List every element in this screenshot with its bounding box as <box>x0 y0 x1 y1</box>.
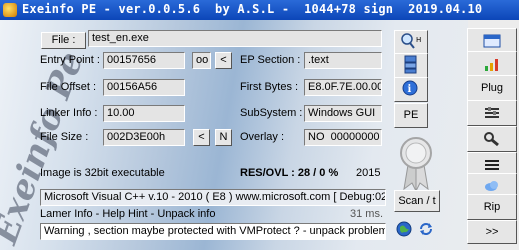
scan-time-text: 31 ms. <box>350 208 384 220</box>
first-bytes-field[interactable]: E8.0F.7E.00.00 <box>304 79 382 96</box>
warning-field[interactable]: Warning , section maybe protected with V… <box>40 223 386 240</box>
bar-graph-icon <box>485 59 498 71</box>
file-size-label: File Size : <box>40 131 89 143</box>
search-button[interactable]: H <box>394 30 428 55</box>
tools-button[interactable] <box>467 126 517 152</box>
file-size-next-button[interactable]: N <box>215 129 232 146</box>
res-ovl-text: RES/OVL : 28 / 0 % <box>240 167 339 179</box>
title-bar: Exeinfo PE - ver.0.0.5.6 by A.S.L - 1044… <box>0 0 519 20</box>
options-button[interactable] <box>467 100 517 126</box>
subsystem-label: SubSystem : <box>240 107 303 119</box>
options-icon <box>485 107 499 118</box>
scan-button[interactable]: Scan / t <box>394 190 440 212</box>
refresh-icon[interactable] <box>418 221 434 237</box>
file-offset-field[interactable]: 00156A56 <box>103 79 185 96</box>
web-globe-icon[interactable] <box>396 221 412 237</box>
window-title: Exeinfo PE - ver.0.0.5.6 by A.S.L - 1044… <box>22 2 483 16</box>
sections-icon <box>404 55 417 74</box>
app-window: Exeinfo PE - ver.0.0.5.6 by A.S.L - 1044… <box>0 0 519 250</box>
overlay-field[interactable]: NO 00000000 <box>304 129 382 146</box>
window-icon <box>483 34 501 48</box>
file-button[interactable]: File : <box>41 32 86 49</box>
file-path-field[interactable]: test_en.exe <box>88 30 382 47</box>
oo-field[interactable]: oo <box>192 52 211 69</box>
file-offset-label: File Offset : <box>40 81 97 93</box>
cloud-icon <box>485 181 498 191</box>
entry-point-prev-button[interactable]: < <box>215 52 232 69</box>
info-button[interactable]: i <box>394 77 428 102</box>
rip-button[interactable]: Rip <box>467 194 517 220</box>
menu-icon <box>485 160 499 170</box>
info-icon: i <box>402 80 418 96</box>
medal-icon <box>400 137 432 191</box>
pe-button[interactable]: PE <box>394 103 428 128</box>
subsystem-field[interactable]: Windows GUI <box>304 105 382 122</box>
image-type-text: Image is 32bit executable <box>40 167 165 179</box>
ep-section-field[interactable]: .text <box>304 52 382 69</box>
plug-button[interactable]: Plug <box>467 75 517 101</box>
file-size-prev-button[interactable]: < <box>193 129 210 146</box>
linker-info-field[interactable]: 10.00 <box>103 105 185 122</box>
search-icon: H <box>401 33 421 49</box>
next-button[interactable]: >> <box>467 220 517 244</box>
entry-point-field[interactable]: 00157656 <box>103 52 185 69</box>
file-size-field[interactable]: 002D3E00h <box>103 129 185 146</box>
svg-text:i: i <box>408 84 412 95</box>
overlay-label: Overlay : <box>240 131 285 143</box>
detection-field[interactable]: Microsoft Visual C++ v.10 - 2010 ( E8 ) … <box>40 189 386 206</box>
hint-text: Lamer Info - Help Hint - Unpack info <box>40 208 216 220</box>
year-text: 2015 <box>356 167 381 179</box>
linker-info-label: Linker Info : <box>40 107 98 119</box>
stats-button[interactable] <box>467 51 517 77</box>
wrench-icon <box>484 132 499 147</box>
first-bytes-label: First Bytes : <box>240 81 299 93</box>
entry-point-label: Entry Point : <box>40 54 100 66</box>
app-icon <box>3 3 17 17</box>
svg-text:H: H <box>416 36 421 44</box>
sections-button[interactable] <box>394 53 428 78</box>
ep-section-label: EP Section : <box>240 54 301 66</box>
